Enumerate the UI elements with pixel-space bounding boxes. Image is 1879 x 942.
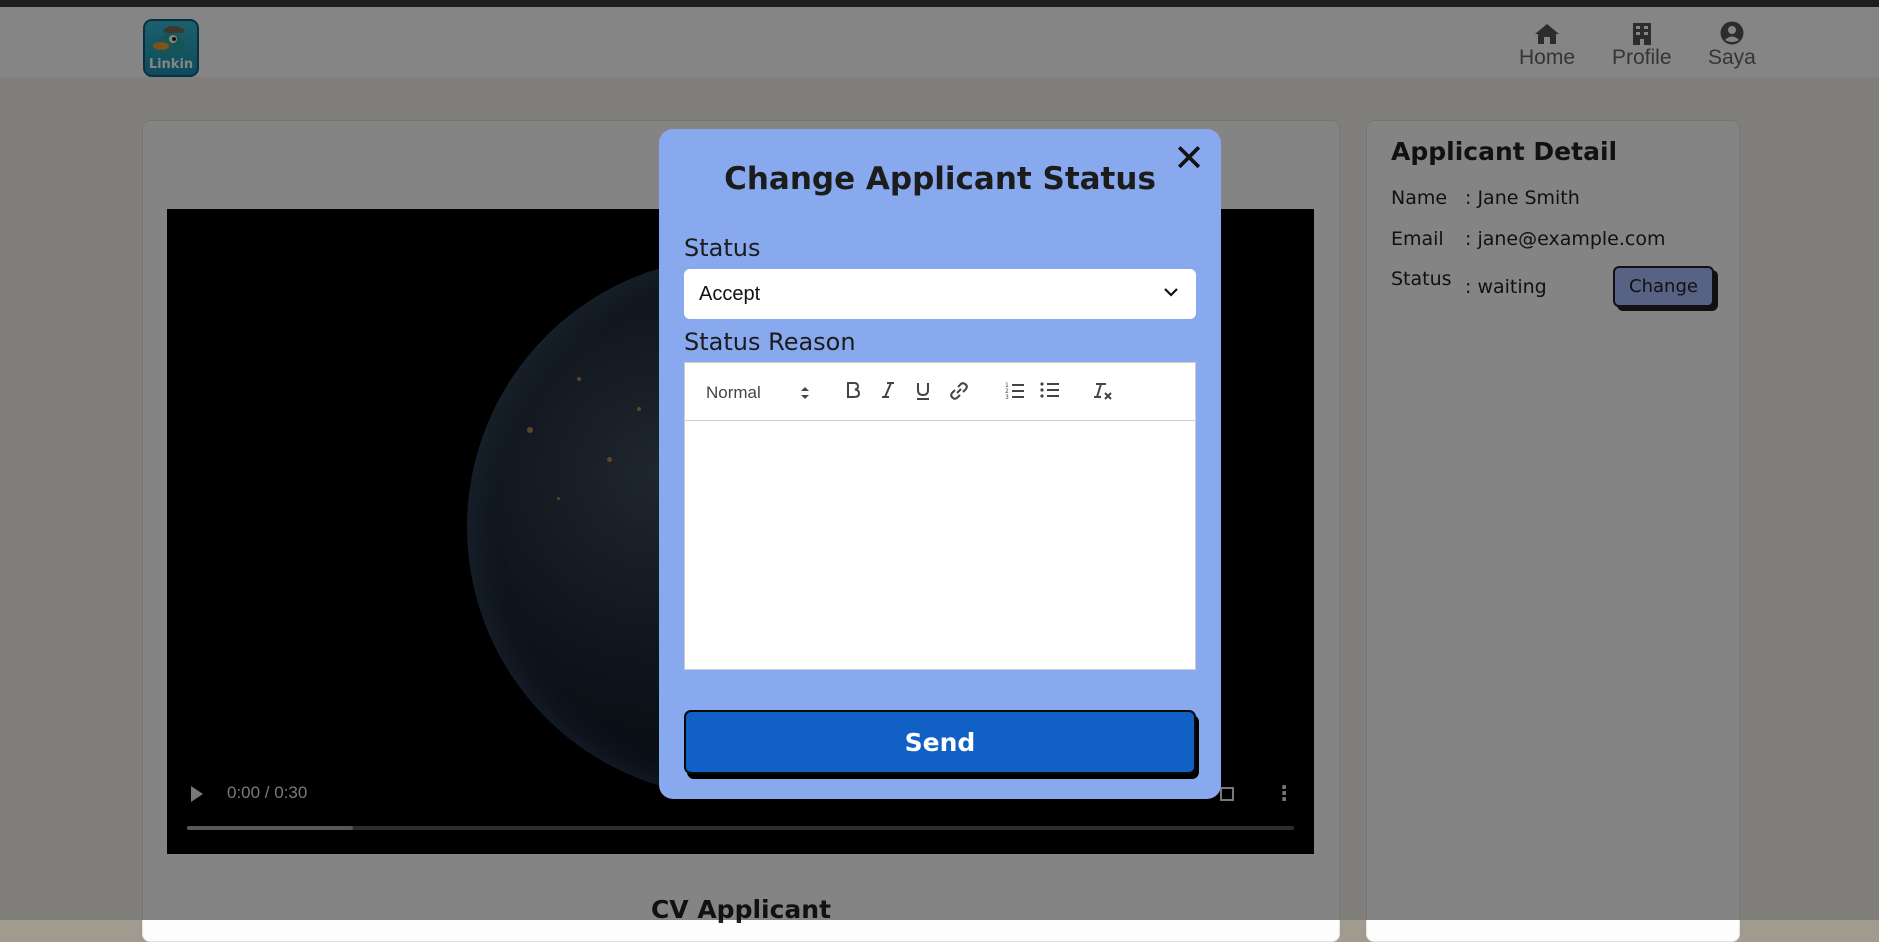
svg-text:3: 3 <box>1005 394 1009 399</box>
status-select[interactable]: Accept <box>684 269 1196 319</box>
bold-icon[interactable] <box>845 381 861 399</box>
editor-toolbar: Normal 1 2 3 <box>685 363 1195 421</box>
link-icon[interactable] <box>949 381 969 401</box>
chevron-down-icon <box>1164 288 1178 297</box>
ordered-list-icon[interactable]: 1 2 3 <box>1005 381 1025 399</box>
status-reason-editor[interactable]: Normal 1 2 3 <box>684 362 1196 670</box>
clear-format-icon[interactable] <box>1093 381 1113 401</box>
bullet-list-icon[interactable] <box>1040 381 1060 399</box>
status-field-label: Status <box>684 234 761 262</box>
underline-icon[interactable] <box>915 381 931 401</box>
send-button[interactable]: Send <box>684 710 1196 774</box>
modal-title: Change Applicant Status <box>724 161 1156 197</box>
header-format-select[interactable]: Normal <box>706 383 809 403</box>
change-status-modal: ✕ Change Applicant Status Status Accept … <box>659 129 1221 799</box>
status-select-value: Accept <box>699 282 761 305</box>
up-down-icon <box>801 387 809 399</box>
italic-icon[interactable] <box>881 381 895 399</box>
status-reason-label: Status Reason <box>684 328 856 356</box>
header-format-value: Normal <box>706 383 761 402</box>
